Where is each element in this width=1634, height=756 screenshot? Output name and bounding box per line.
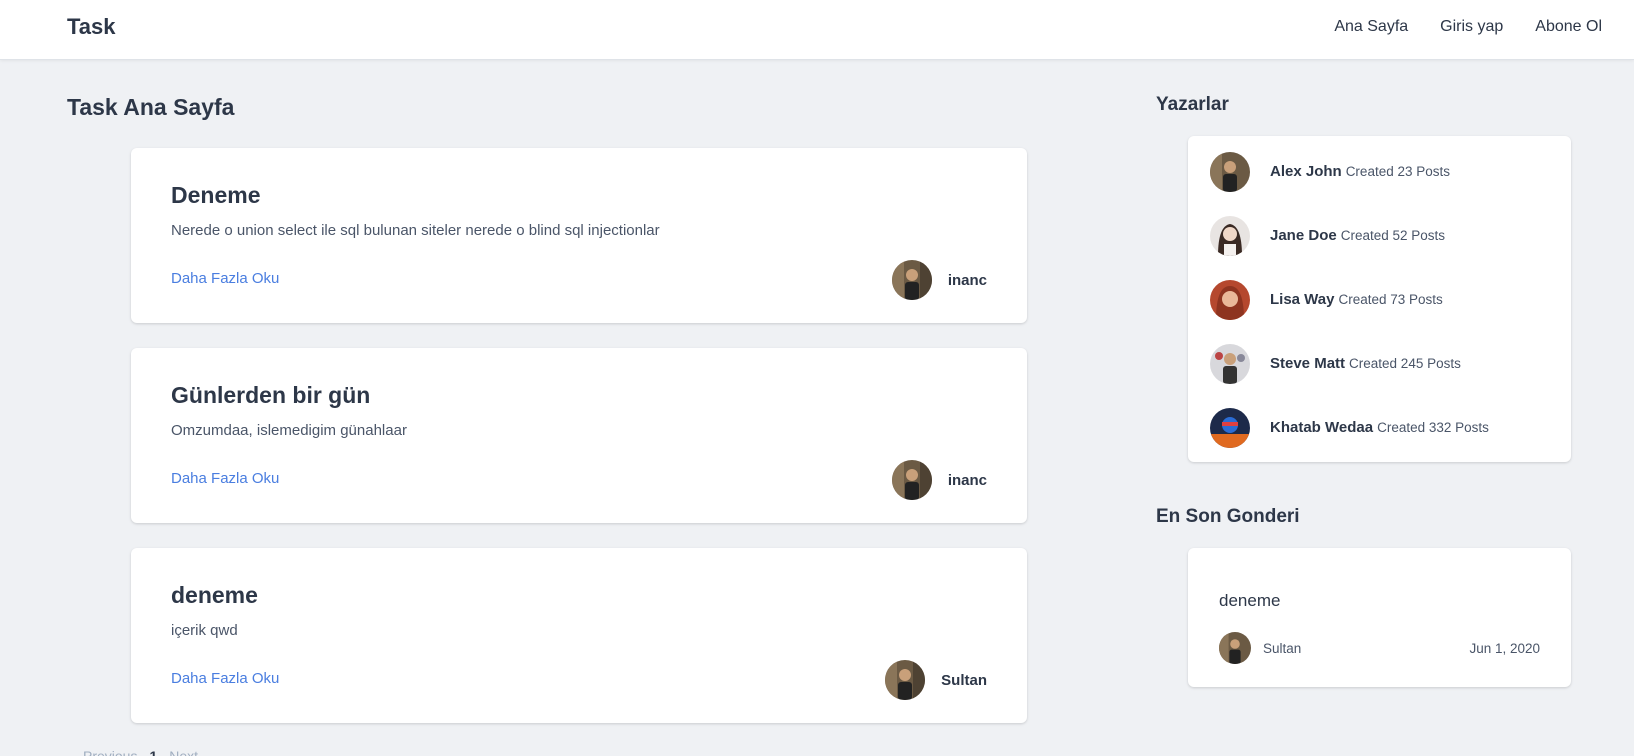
author-name[interactable]: Jane Doe — [1270, 227, 1337, 244]
brand-logo[interactable]: Task — [67, 14, 116, 40]
top-navbar: Task Ana Sayfa Giris yap Abone Ol — [0, 0, 1634, 60]
author-name[interactable]: Steve Matt — [1270, 355, 1345, 372]
author-item[interactable]: Steve Matt Created 245 Posts — [1210, 344, 1461, 384]
authors-list: Alex John Created 23 Posts Jane Doe Create… — [1188, 136, 1571, 462]
author-post-count: Created 245 Posts — [1349, 356, 1461, 371]
nav-link-login[interactable]: Giris yap — [1440, 18, 1503, 36]
author-avatar — [1210, 152, 1250, 192]
post-author-name: inanc — [947, 471, 987, 489]
author-item[interactable]: Khatab Wedaa Created 332 Posts — [1210, 408, 1489, 448]
author-avatar — [1210, 408, 1250, 448]
author-avatar — [1210, 344, 1250, 384]
read-more-link[interactable]: Daha Fazla Oku — [171, 470, 279, 487]
pagination-previous[interactable]: Previous — [83, 748, 137, 756]
nav-link-subscribe[interactable]: Abone Ol — [1535, 18, 1602, 36]
author-name[interactable]: Khatab Wedaa — [1270, 419, 1373, 436]
author-post-count: Created 73 Posts — [1338, 292, 1443, 307]
post-excerpt: içerik qwd — [171, 622, 238, 639]
post-author[interactable]: inanc — [891, 460, 987, 500]
post-author-name: inanc — [947, 271, 987, 289]
latest-post-card: deneme Sultan Jun 1, 2020 — [1188, 548, 1571, 687]
author-avatar — [1219, 632, 1251, 664]
author-avatar — [1210, 216, 1250, 256]
latest-post-author[interactable]: Sultan — [1263, 641, 1301, 656]
read-more-link[interactable]: Daha Fazla Oku — [171, 670, 279, 687]
post-card: Günlerden bir gün Omzumdaa, islemedigim … — [131, 348, 1027, 523]
author-post-count: Created 52 Posts — [1340, 228, 1446, 243]
authors-heading: Yazarlar — [1156, 94, 1229, 115]
latest-post-date: Jun 1, 2020 — [1469, 640, 1540, 656]
latest-post-heading: En Son Gonderi — [1156, 506, 1300, 527]
author-item[interactable]: Lisa Way Created 73 Posts — [1210, 280, 1443, 320]
pagination-current-page[interactable]: 1 — [149, 748, 157, 756]
post-card: Deneme Nerede o union select ile sql bul… — [131, 148, 1027, 323]
author-name[interactable]: Lisa Way — [1270, 291, 1334, 308]
post-card: deneme içerik qwd Daha Fazla Oku Sultan — [131, 548, 1027, 723]
author-avatar — [1210, 280, 1250, 320]
page-title: Task Ana Sayfa — [67, 94, 235, 120]
latest-post-meta: Sultan Jun 1, 2020 — [1219, 632, 1540, 664]
author-avatar — [885, 660, 926, 700]
post-author-name: Sultan — [941, 671, 987, 689]
author-name[interactable]: Alex John — [1270, 163, 1342, 180]
author-avatar — [891, 460, 932, 500]
nav-link-home[interactable]: Ana Sayfa — [1334, 18, 1408, 36]
read-more-link[interactable]: Daha Fazla Oku — [171, 270, 279, 287]
post-title[interactable]: Günlerden bir gün — [171, 382, 370, 409]
author-item[interactable]: Jane Doe Created 52 Posts — [1210, 216, 1445, 256]
post-author[interactable]: inanc — [891, 260, 987, 300]
post-title[interactable]: Deneme — [171, 182, 260, 209]
post-excerpt: Omzumdaa, islemedigim günahlaar — [171, 422, 407, 439]
pagination: Previous 1 Next — [83, 748, 198, 756]
latest-post-title[interactable]: deneme — [1219, 591, 1280, 611]
post-author[interactable]: Sultan — [885, 660, 987, 700]
post-excerpt: Nerede o union select ile sql bulunan si… — [171, 222, 660, 239]
author-avatar — [891, 260, 932, 300]
pagination-next[interactable]: Next — [169, 748, 198, 756]
post-title[interactable]: deneme — [171, 582, 258, 609]
author-post-count: Created 23 Posts — [1345, 164, 1450, 179]
author-post-count: Created 332 Posts — [1377, 420, 1489, 435]
nav-links: Ana Sayfa Giris yap Abone Ol — [1334, 18, 1602, 36]
author-item[interactable]: Alex John Created 23 Posts — [1210, 152, 1450, 192]
